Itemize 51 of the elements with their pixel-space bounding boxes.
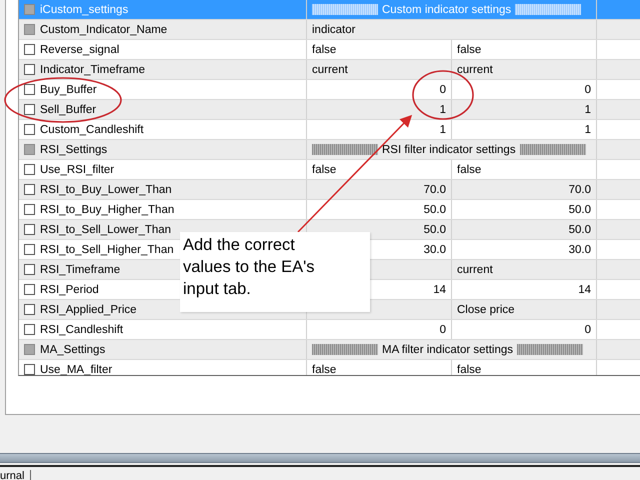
- parameter-name: RSI_to_Buy_Lower_Than: [40, 184, 172, 196]
- parameter-name: Sell_Buffer: [40, 104, 96, 116]
- value-text: current: [457, 264, 493, 276]
- value-text: current: [312, 64, 348, 76]
- parameter-name: RSI_Applied_Price: [40, 304, 137, 316]
- parameter-name: Indicator_Timeframe: [40, 64, 146, 76]
- parameter-name: RSI_to_Sell_Lower_Than: [40, 224, 172, 236]
- parameter-name: Custom_Indicator_Name: [40, 24, 168, 36]
- value-text: 0: [440, 324, 446, 336]
- parameter-name: Custom_Candleshift: [40, 124, 144, 136]
- value-text: 30.0: [568, 244, 591, 256]
- parameter-name: Buy_Buffer: [40, 84, 97, 96]
- value-text: 30.0: [424, 244, 446, 256]
- parameter-name: RSI_Period: [40, 284, 99, 296]
- value-text: 50.0: [568, 204, 591, 216]
- parameter-name: RSI_to_Buy_Higher_Than: [40, 204, 174, 216]
- value-text: 50.0: [568, 224, 591, 236]
- value-text: false: [312, 44, 336, 56]
- value-text: 1: [440, 124, 446, 136]
- parameter-name: Reverse_signal: [40, 44, 120, 56]
- value-text: indicator: [312, 24, 356, 36]
- value-text: 1: [584, 104, 591, 116]
- value-text: 70.0: [568, 184, 591, 196]
- value-text: 0: [584, 324, 591, 336]
- value-text: 50.0: [424, 204, 446, 216]
- parameter-name: Use_MA_filter: [40, 364, 112, 375]
- parameter-name: RSI_Candleshift: [40, 324, 124, 336]
- value-text: false: [312, 164, 336, 176]
- value-text: 70.0: [424, 184, 446, 196]
- value-text: false: [457, 164, 482, 176]
- value-text: false: [312, 364, 336, 375]
- parameter-name: RSI_Settings: [40, 144, 108, 156]
- value-text: 50.0: [424, 224, 446, 236]
- value-text: 14: [578, 284, 591, 296]
- group-title: MA filter indicator settings: [382, 344, 514, 356]
- value-text: 0: [440, 84, 446, 96]
- parameter-name: MA_Settings: [40, 344, 106, 356]
- value-text: Close price: [457, 304, 515, 316]
- value-text: 1: [584, 124, 591, 136]
- value-text: 0: [584, 84, 591, 96]
- parameter-name: RSI_to_Sell_Higher_Than: [40, 244, 174, 256]
- value-text: 1: [440, 104, 446, 116]
- group-title: Custom indicator settings: [382, 4, 512, 16]
- value-text: current: [457, 64, 493, 76]
- value-text: 14: [433, 284, 446, 296]
- parameter-name: Use_RSI_filter: [40, 164, 114, 176]
- parameter-name: iCustom_settings: [40, 4, 128, 16]
- value-text: false: [457, 364, 482, 375]
- value-text: false: [457, 44, 482, 56]
- parameter-name: RSI_Timeframe: [40, 264, 120, 276]
- group-title: RSI filter indicator settings: [382, 144, 516, 156]
